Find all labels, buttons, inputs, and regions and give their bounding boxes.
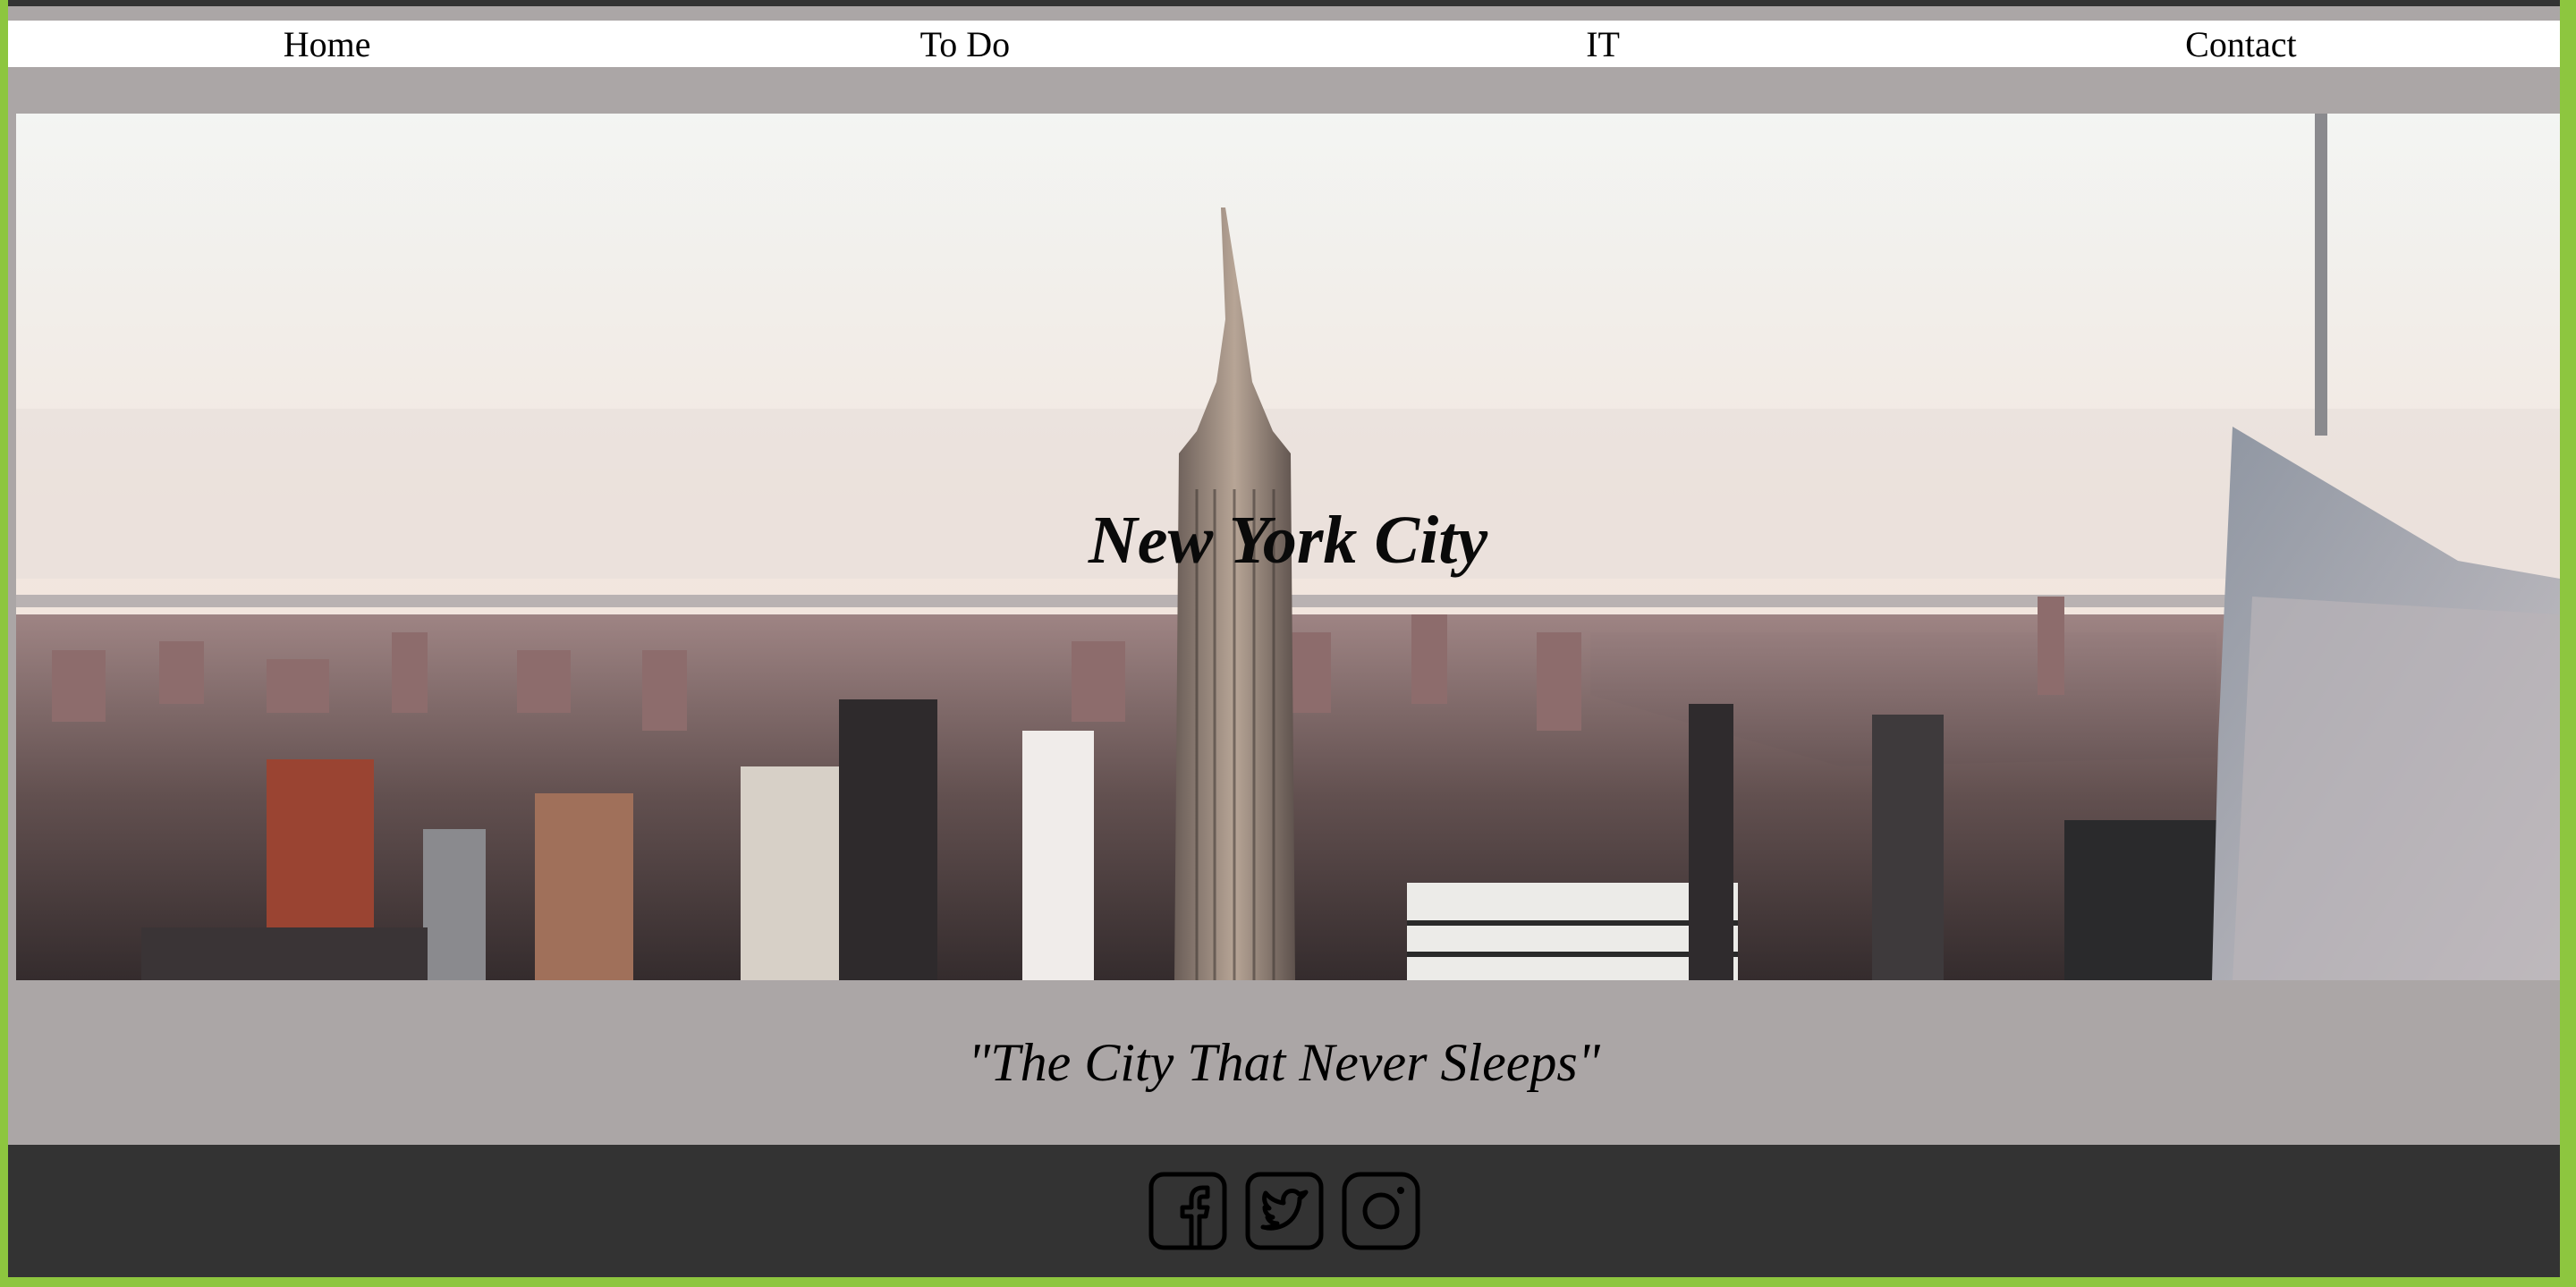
footer — [8, 1145, 2560, 1277]
hero-banner: New York City — [16, 114, 2560, 980]
nav-item-it[interactable]: IT — [1284, 21, 1922, 67]
top-nav: Home To Do IT Contact — [8, 21, 2560, 67]
hero-title: New York City — [1088, 503, 1488, 578]
nav-item-home[interactable]: Home — [8, 21, 646, 67]
nav-item-contact[interactable]: Contact — [1922, 21, 2560, 67]
facebook-icon[interactable] — [1148, 1172, 1227, 1250]
nav-item-to-do[interactable]: To Do — [646, 21, 1284, 67]
twitter-icon[interactable] — [1245, 1172, 1324, 1250]
tagline: "The City That Never Sleeps" — [968, 1032, 1600, 1092]
instagram-icon[interactable] — [1342, 1172, 1420, 1250]
